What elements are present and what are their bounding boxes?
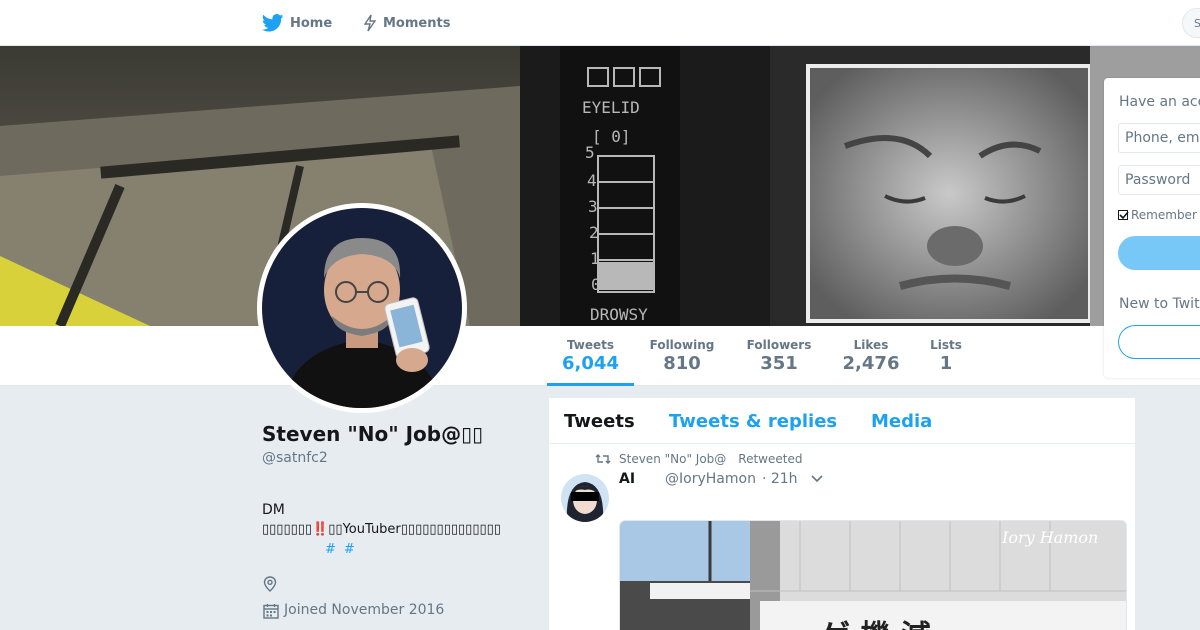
- banner-scale-3: 3: [588, 197, 598, 216]
- tweet-author-name[interactable]: AI: [619, 471, 635, 487]
- stat-tweets-label: Tweets: [566, 338, 615, 352]
- search-input[interactable]: S: [1182, 8, 1200, 38]
- new-to-twitter-text: New to Twit: [1119, 296, 1200, 312]
- stat-lists-label: Lists: [930, 338, 962, 352]
- password-input[interactable]: Password: [1118, 165, 1200, 195]
- stat-lists-value: 1: [939, 353, 953, 374]
- banner-scale-5: 5: [585, 143, 595, 162]
- timeline-tabs: Tweets Tweets & replies Media: [549, 398, 1135, 444]
- svg-text:ゲ 機 減: ゲ 機 減: [820, 619, 931, 630]
- retweeted-label: Retweeted: [738, 452, 803, 466]
- hashtag-link-2[interactable]: #: [344, 542, 355, 557]
- avatar-image: [262, 208, 462, 408]
- tweet-media[interactable]: ゲ 機 減 Iory Hamon: [619, 520, 1127, 630]
- banner-scale-4: 4: [587, 171, 597, 190]
- retweet-context: Steven "No" Job@ Retweeted: [595, 452, 802, 466]
- retweet-icon: [595, 454, 611, 464]
- stat-likes-label: Likes: [853, 338, 889, 352]
- banner-eyelid-text: EYELID: [582, 98, 640, 117]
- tab-tweets-replies[interactable]: Tweets & replies: [669, 411, 837, 432]
- tab-media[interactable]: Media: [871, 411, 932, 432]
- stat-lists[interactable]: Lists 1: [922, 326, 970, 386]
- profile-stats-bar: Tweets 6,044 Following 810 Followers 351…: [0, 326, 1200, 386]
- top-navigation: Home Moments S: [0, 0, 1200, 46]
- bird-icon: [262, 14, 284, 32]
- hashtag-link-1[interactable]: #: [325, 542, 336, 557]
- media-watermark: Iory Hamon: [1001, 528, 1098, 547]
- stat-following-value: 810: [663, 353, 701, 374]
- profile-banner: EYELID [ 0] DROWSY 5 4 3 2 1 0: [0, 46, 1200, 326]
- stat-followers-value: 351: [760, 353, 798, 374]
- profile-bio-line-2: ▯▯▯▯▯▯▯‼️▯▯YouTuber▯▯▯▯▯▯▯▯▯▯▯▯▯▯: [262, 522, 501, 537]
- tweet-timestamp[interactable]: · 21h: [762, 471, 798, 487]
- stat-followers[interactable]: Followers 351: [740, 326, 818, 386]
- remember-me[interactable]: Remember: [1118, 208, 1197, 222]
- remember-checkbox[interactable]: [1118, 210, 1129, 220]
- location-icon: [263, 576, 277, 592]
- calendar-icon: [263, 604, 279, 619]
- stat-tweets[interactable]: Tweets 6,044: [547, 326, 634, 386]
- password-placeholder: Password: [1125, 172, 1191, 188]
- lightning-icon: [363, 14, 377, 32]
- joined-date: Joined November 2016: [284, 602, 445, 618]
- check-icon: [1119, 211, 1129, 220]
- timeline: Tweets Tweets & replies Media Steven "No…: [548, 397, 1136, 630]
- banner-drowsy-text: DROWSY: [590, 305, 648, 324]
- tweet-avatar-image: [561, 474, 609, 522]
- stat-likes[interactable]: Likes 2,476: [836, 326, 906, 386]
- nav-moments-label: Moments: [383, 15, 451, 31]
- stat-followers-label: Followers: [746, 338, 812, 352]
- have-account-text: Have an acc: [1119, 94, 1200, 110]
- nav-home[interactable]: Home: [262, 0, 332, 46]
- search-stub-text: S: [1194, 17, 1200, 30]
- nav-home-label: Home: [290, 15, 333, 31]
- profile-handle[interactable]: @satnfc2: [262, 450, 328, 466]
- profile-avatar[interactable]: [257, 203, 467, 413]
- remember-label: Remember: [1131, 208, 1197, 222]
- signup-button[interactable]: [1118, 325, 1200, 359]
- stat-likes-value: 2,476: [842, 353, 900, 374]
- tab-tweets[interactable]: Tweets: [564, 411, 635, 432]
- login-button[interactable]: [1118, 236, 1200, 270]
- retweeter-name[interactable]: Steven "No" Job@: [619, 452, 726, 466]
- profile-name: Steven "No" Job@▯▯: [262, 422, 484, 446]
- phone-email-placeholder: Phone, ema: [1125, 130, 1200, 146]
- tweet-author-handle[interactable]: @IoryHamon: [665, 471, 756, 487]
- profile-bio-line-1: DM: [262, 502, 285, 518]
- stat-tweets-value: 6,044: [562, 353, 619, 374]
- login-card: Have an acc Phone, ema Password Remember…: [1104, 78, 1200, 378]
- nav-moments[interactable]: Moments: [363, 0, 450, 46]
- profile-hashtags: # #: [325, 542, 363, 557]
- stat-following-label: Following: [649, 338, 715, 352]
- phone-email-input[interactable]: Phone, ema: [1118, 123, 1200, 153]
- stat-following[interactable]: Following 810: [642, 326, 722, 386]
- tweet-header: AI @IoryHamon · 21h: [619, 471, 824, 487]
- tweet-media-image: ゲ 機 減 Iory Hamon: [620, 521, 1126, 630]
- banner-bracket-text: [ 0]: [592, 127, 631, 146]
- tweet-author-avatar[interactable]: [561, 474, 609, 522]
- chevron-down-icon[interactable]: [810, 474, 824, 484]
